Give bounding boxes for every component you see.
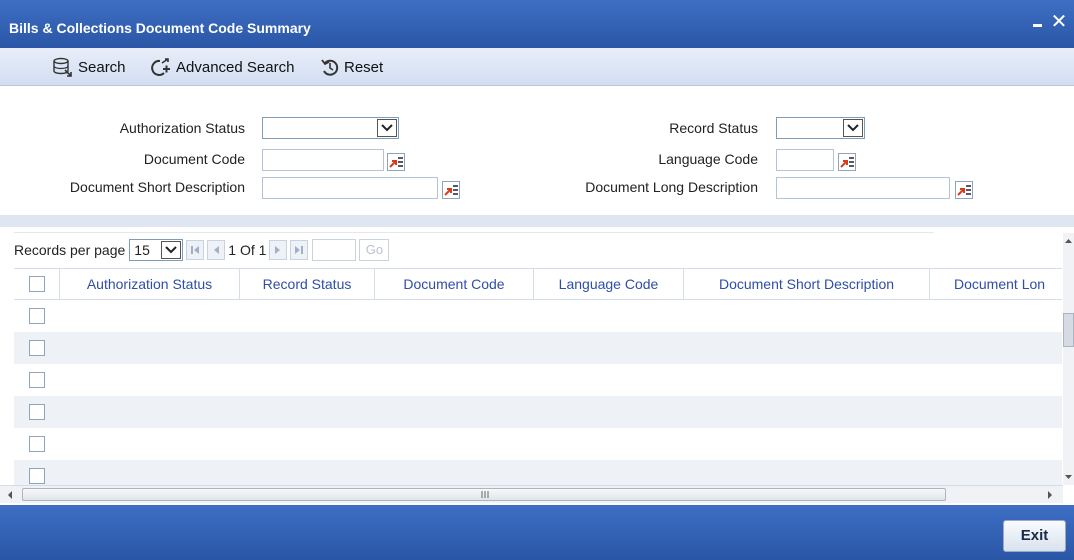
go-button[interactable]: Go bbox=[359, 239, 390, 261]
advanced-search-icon bbox=[151, 58, 170, 76]
scroll-down-icon[interactable] bbox=[1063, 471, 1074, 483]
advanced-search-label: Advanced Search bbox=[176, 58, 295, 76]
column-header[interactable]: Language Code bbox=[534, 269, 684, 299]
grip-icon bbox=[481, 491, 489, 498]
lov-icon[interactable] bbox=[838, 153, 856, 171]
vertical-scrollbar[interactable] bbox=[1063, 233, 1074, 485]
advanced-search-button[interactable]: Advanced Search bbox=[148, 55, 294, 79]
search-button[interactable]: Search bbox=[52, 55, 126, 79]
horizontal-scroll-thumb[interactable] bbox=[22, 488, 946, 501]
document-code-input[interactable] bbox=[262, 149, 384, 171]
row-checkbox[interactable] bbox=[29, 340, 45, 356]
chevron-down-icon[interactable] bbox=[161, 241, 182, 259]
exit-button[interactable]: Exit bbox=[1003, 520, 1066, 552]
vertical-scroll-thumb[interactable] bbox=[1063, 313, 1074, 347]
authorization-status-select[interactable] bbox=[262, 117, 399, 139]
pager-divider bbox=[14, 232, 934, 233]
records-per-page-select[interactable]: 15 bbox=[129, 239, 184, 261]
title-bar: Bills & Collections Document Code Summar… bbox=[0, 0, 1074, 48]
close-button[interactable]: ✕ bbox=[1049, 10, 1069, 34]
column-header[interactable]: Document Code bbox=[375, 269, 534, 299]
table-row[interactable] bbox=[14, 460, 1062, 485]
language-code-label: Language Code bbox=[658, 151, 758, 167]
document-code-label: Document Code bbox=[143, 151, 245, 167]
search-form: Authorization Status Record Status Docum… bbox=[0, 87, 1074, 215]
page-info: 1 Of 1 bbox=[228, 242, 267, 258]
last-page-button[interactable] bbox=[290, 240, 309, 260]
previous-page-button[interactable] bbox=[207, 240, 226, 260]
records-per-page-label: Records per page bbox=[14, 242, 126, 258]
results-grid: Records per page 15 1 Of 1 Go Authorizat… bbox=[14, 227, 1074, 505]
horizontal-scrollbar[interactable] bbox=[0, 485, 1063, 503]
records-per-page-value: 15 bbox=[134, 242, 150, 258]
toolbar: Search Advanced Search Reset bbox=[0, 48, 1074, 86]
reset-icon bbox=[321, 59, 339, 76]
next-page-button[interactable] bbox=[269, 240, 288, 260]
last-page-icon bbox=[295, 246, 304, 254]
authorization-status-label: Authorization Status bbox=[119, 120, 245, 136]
reset-label: Reset bbox=[344, 58, 384, 76]
window-title: Bills & Collections Document Code Summar… bbox=[9, 20, 311, 36]
row-checkbox[interactable] bbox=[29, 404, 45, 420]
search-icon bbox=[53, 57, 72, 77]
next-page-icon bbox=[275, 246, 281, 254]
row-checkbox[interactable] bbox=[29, 468, 45, 484]
minimize-button[interactable] bbox=[1030, 15, 1044, 31]
document-short-description-label: Document Short Description bbox=[69, 179, 245, 195]
table-row[interactable] bbox=[14, 396, 1062, 428]
record-status-label: Record Status bbox=[669, 120, 758, 136]
previous-page-icon bbox=[214, 246, 220, 254]
search-label: Search bbox=[78, 58, 126, 76]
first-page-button[interactable] bbox=[186, 240, 205, 260]
document-long-description-label: Document Long Description bbox=[585, 179, 758, 195]
row-checkbox[interactable] bbox=[29, 436, 45, 452]
section-divider bbox=[0, 215, 1074, 227]
record-status-select[interactable] bbox=[776, 117, 865, 139]
grid-header: Authorization Status Record Status Docum… bbox=[14, 268, 1062, 300]
first-page-icon bbox=[191, 246, 200, 254]
scroll-up-icon[interactable] bbox=[1063, 235, 1074, 247]
scroll-left-icon[interactable] bbox=[4, 488, 16, 502]
table-row[interactable] bbox=[14, 332, 1062, 364]
select-all-checkbox[interactable] bbox=[29, 276, 45, 292]
footer-bar: Exit bbox=[0, 505, 1074, 560]
lov-icon[interactable] bbox=[955, 181, 973, 199]
column-header[interactable]: Record Status bbox=[240, 269, 375, 299]
column-header[interactable]: Document Short Description bbox=[684, 269, 930, 299]
row-checkbox[interactable] bbox=[29, 308, 45, 324]
page-number-input[interactable] bbox=[312, 239, 357, 261]
lov-icon[interactable] bbox=[442, 181, 460, 199]
row-checkbox[interactable] bbox=[29, 372, 45, 388]
language-code-input[interactable] bbox=[776, 149, 834, 171]
lov-icon[interactable] bbox=[387, 153, 405, 171]
reset-button[interactable]: Reset bbox=[320, 55, 383, 79]
document-long-description-input[interactable] bbox=[776, 177, 950, 199]
column-header[interactable]: Authorization Status bbox=[60, 269, 240, 299]
chevron-down-icon[interactable] bbox=[843, 119, 863, 137]
header-select-cell bbox=[14, 269, 60, 299]
table-row[interactable] bbox=[14, 364, 1062, 396]
document-short-description-input[interactable] bbox=[262, 177, 438, 199]
column-header[interactable]: Document Lon bbox=[930, 269, 1062, 299]
scroll-right-icon[interactable] bbox=[1044, 488, 1056, 502]
pager: Records per page 15 1 Of 1 Go bbox=[14, 237, 390, 263]
chevron-down-icon[interactable] bbox=[377, 119, 397, 137]
table-row[interactable] bbox=[14, 300, 1062, 332]
table-row[interactable] bbox=[14, 428, 1062, 460]
